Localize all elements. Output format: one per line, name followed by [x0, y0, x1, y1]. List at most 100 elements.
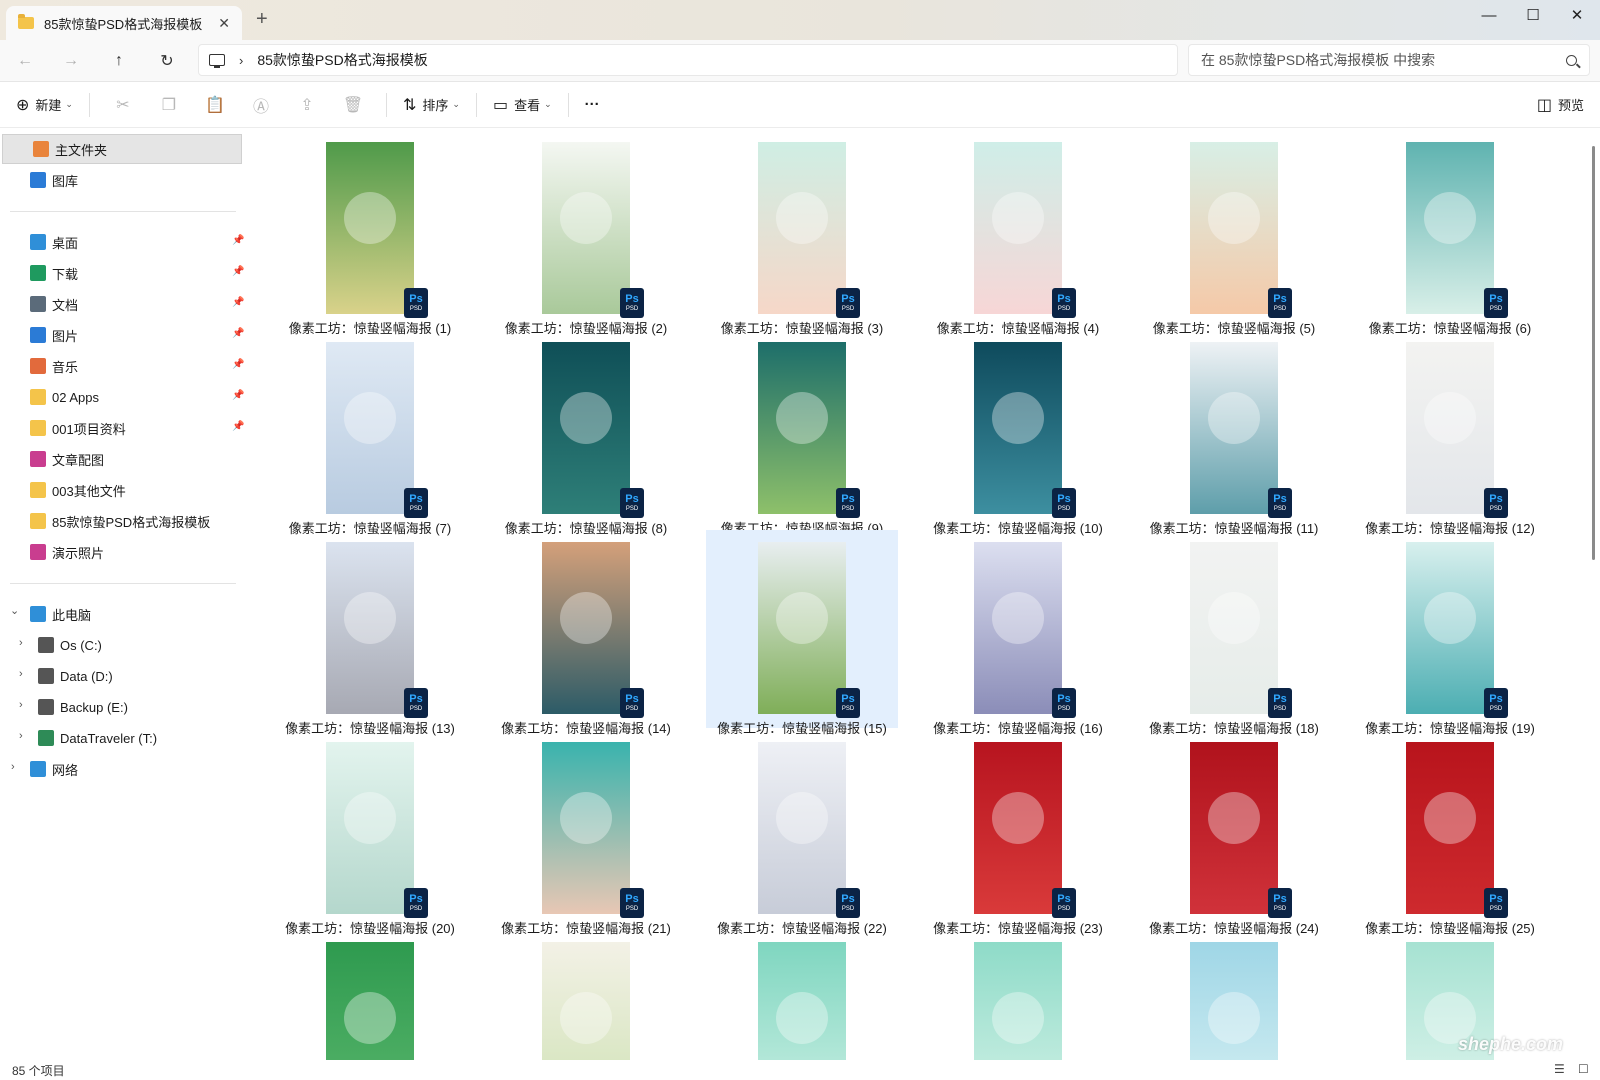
- vertical-scrollbar[interactable]: [1592, 146, 1595, 560]
- file-item[interactable]: PsPSD: [706, 930, 898, 1060]
- poster-thumbnail: [758, 342, 846, 514]
- preview-pane-button[interactable]: ◫ 预览: [1531, 90, 1590, 120]
- file-item[interactable]: Ps PSD 像素工坊：惊蛰竖幅海报 (4): [922, 130, 1114, 336]
- breadcrumb-chevron-icon[interactable]: ›: [239, 53, 243, 68]
- file-item[interactable]: Ps PSD 像素工坊：惊蛰竖幅海报 (8): [490, 330, 682, 536]
- poster-artwork: [776, 592, 828, 644]
- poster-thumbnail: [974, 342, 1062, 514]
- refresh-button[interactable]: ↻: [153, 48, 181, 74]
- rename-button[interactable]: Ⓐ: [238, 90, 284, 120]
- file-item[interactable]: Ps PSD 像素工坊：惊蛰竖幅海报 (13): [274, 530, 466, 736]
- search-box[interactable]: 在 85款惊蛰PSD格式海报模板 中搜索: [1188, 44, 1590, 76]
- folder-tab[interactable]: 85款惊蛰PSD格式海报模板 ✕: [6, 6, 242, 40]
- sidebar-item-quick-4[interactable]: 音乐: [0, 351, 240, 381]
- file-item[interactable]: Ps PSD 像素工坊：惊蛰竖幅海报 (19): [1354, 530, 1546, 736]
- pin-icon[interactable]: 📌: [232, 421, 244, 432]
- pin-icon[interactable]: 📌: [232, 297, 244, 308]
- view-button[interactable]: ▭ 查看 ⌄: [487, 90, 558, 120]
- file-item[interactable]: PsPSD: [274, 930, 466, 1060]
- sidebar-item-drive-1[interactable]: Data (D:): [0, 661, 240, 691]
- poster-thumbnail: [326, 542, 414, 714]
- file-item[interactable]: Ps PSD 像素工坊：惊蛰竖幅海报 (5): [1138, 130, 1330, 336]
- sidebar-item-quick-8[interactable]: 003其他文件: [0, 475, 240, 505]
- new-tab-button[interactable]: +: [256, 8, 268, 31]
- file-item[interactable]: Ps PSD 像素工坊：惊蛰竖幅海报 (3): [706, 130, 898, 336]
- poster-artwork: [1424, 592, 1476, 644]
- sidebar-item-home[interactable]: 主文件夹: [2, 134, 242, 164]
- sidebar-item-drive-0[interactable]: Os (C:): [0, 630, 240, 660]
- tab-close-button[interactable]: ✕: [218, 15, 230, 32]
- maximize-button[interactable]: ☐: [1510, 0, 1556, 30]
- pin-icon[interactable]: 📌: [232, 359, 244, 370]
- sidebar-item-quick-1[interactable]: 下载: [0, 258, 240, 288]
- file-item[interactable]: PsPSD: [1138, 930, 1330, 1060]
- scissors-icon: ✂: [116, 96, 130, 114]
- file-item[interactable]: Ps PSD 像素工坊：惊蛰竖幅海报 (18): [1138, 530, 1330, 736]
- file-item[interactable]: Ps PSD 像素工坊：惊蛰竖幅海报 (1): [274, 130, 466, 336]
- paste-button[interactable]: 📋: [192, 90, 238, 120]
- sidebar-item-quick-9[interactable]: 85款惊蛰PSD格式海报模板: [0, 506, 240, 536]
- computer-icon: [209, 54, 225, 68]
- pin-icon[interactable]: 📌: [232, 390, 244, 401]
- new-button[interactable]: ⊕ 新建 ⌄: [10, 90, 79, 120]
- sidebar-item-quick-6[interactable]: 001项目资料: [0, 413, 240, 443]
- forward-button[interactable]: →: [57, 48, 85, 74]
- sidebar-item-drive-2[interactable]: Backup (E:): [0, 692, 240, 722]
- file-item[interactable]: Ps PSD 像素工坊：惊蛰竖幅海报 (12): [1354, 330, 1546, 536]
- sidebar-item-quick-10[interactable]: 演示照片: [0, 537, 240, 567]
- file-item[interactable]: Ps PSD 像素工坊：惊蛰竖幅海报 (15): [706, 530, 898, 736]
- share-button[interactable]: ⇪: [284, 90, 330, 120]
- file-item[interactable]: Ps PSD 像素工坊：惊蛰竖幅海报 (16): [922, 530, 1114, 736]
- file-item[interactable]: Ps PSD 像素工坊：惊蛰竖幅海报 (25): [1354, 730, 1546, 936]
- sidebar-item-network[interactable]: 网络: [0, 754, 240, 784]
- preview-pane-icon: ◫: [1536, 96, 1552, 114]
- cut-button[interactable]: ✂: [100, 90, 146, 120]
- file-item[interactable]: Ps PSD 像素工坊：惊蛰竖幅海报 (14): [490, 530, 682, 736]
- more-options-button[interactable]: ···: [579, 90, 606, 120]
- view-icon: ▭: [492, 96, 509, 114]
- sidebar-item-gallery[interactable]: 图库: [0, 165, 240, 195]
- poster-thumbnail: [758, 742, 846, 914]
- sidebar-icon: [30, 265, 46, 281]
- breadcrumb-current-folder[interactable]: 85款惊蛰PSD格式海报模板: [257, 50, 427, 70]
- file-item[interactable]: Ps PSD 像素工坊：惊蛰竖幅海报 (21): [490, 730, 682, 936]
- poster-artwork: [776, 992, 828, 1044]
- file-item[interactable]: Ps PSD 像素工坊：惊蛰竖幅海报 (22): [706, 730, 898, 936]
- sidebar-item-drive-3[interactable]: DataTraveler (T:): [0, 723, 240, 753]
- address-bar[interactable]: › 85款惊蛰PSD格式海报模板: [198, 44, 1178, 76]
- search-input[interactable]: 在 85款惊蛰PSD格式海报模板 中搜索: [1201, 50, 1566, 70]
- pin-icon[interactable]: 📌: [232, 266, 244, 277]
- details-view-icon[interactable]: ☰: [1554, 1062, 1565, 1076]
- file-item[interactable]: PsPSD: [922, 930, 1114, 1060]
- sidebar-item-quick-0[interactable]: 桌面: [0, 227, 240, 257]
- large-icons-view-icon[interactable]: ☐: [1578, 1062, 1589, 1076]
- sort-button[interactable]: ⇅ 排序 ⌄: [397, 90, 466, 120]
- file-item[interactable]: Ps PSD 像素工坊：惊蛰竖幅海报 (24): [1138, 730, 1330, 936]
- file-item[interactable]: Ps PSD 像素工坊：惊蛰竖幅海报 (23): [922, 730, 1114, 936]
- sidebar-item-quick-3[interactable]: 图片: [0, 320, 240, 350]
- file-item[interactable]: Ps PSD 像素工坊：惊蛰竖幅海报 (11): [1138, 330, 1330, 536]
- close-window-button[interactable]: ✕: [1554, 0, 1600, 30]
- file-item[interactable]: Ps PSD 像素工坊：惊蛰竖幅海报 (20): [274, 730, 466, 936]
- file-item[interactable]: Ps PSD 像素工坊：惊蛰竖幅海报 (6): [1354, 130, 1546, 336]
- poster-thumbnail: [758, 542, 846, 714]
- up-button[interactable]: ↑: [105, 48, 133, 74]
- delete-button[interactable]: 🗑: [330, 90, 376, 120]
- sidebar-item-quick-7[interactable]: 文章配图: [0, 444, 240, 474]
- poster-artwork: [344, 392, 396, 444]
- minimize-button[interactable]: —: [1466, 0, 1512, 30]
- file-item[interactable]: Ps PSD 像素工坊：惊蛰竖幅海报 (10): [922, 330, 1114, 536]
- pin-icon[interactable]: 📌: [232, 328, 244, 339]
- file-item[interactable]: Ps PSD 像素工坊：惊蛰竖幅海报 (9): [706, 330, 898, 536]
- file-item[interactable]: PsPSD: [490, 930, 682, 1060]
- file-item[interactable]: Ps PSD 像素工坊：惊蛰竖幅海报 (7): [274, 330, 466, 536]
- sidebar-item-quick-5[interactable]: 02 Apps: [0, 382, 240, 412]
- copy-button[interactable]: ❐: [146, 90, 192, 120]
- sidebar-icon: [30, 234, 46, 250]
- back-button[interactable]: ←: [11, 48, 39, 74]
- file-item[interactable]: Ps PSD 像素工坊：惊蛰竖幅海报 (2): [490, 130, 682, 336]
- sidebar-item-this-pc[interactable]: 此电脑: [0, 599, 240, 629]
- pin-icon[interactable]: 📌: [232, 235, 244, 246]
- sidebar-item-quick-2[interactable]: 文档: [0, 289, 240, 319]
- poster-thumbnail: [974, 742, 1062, 914]
